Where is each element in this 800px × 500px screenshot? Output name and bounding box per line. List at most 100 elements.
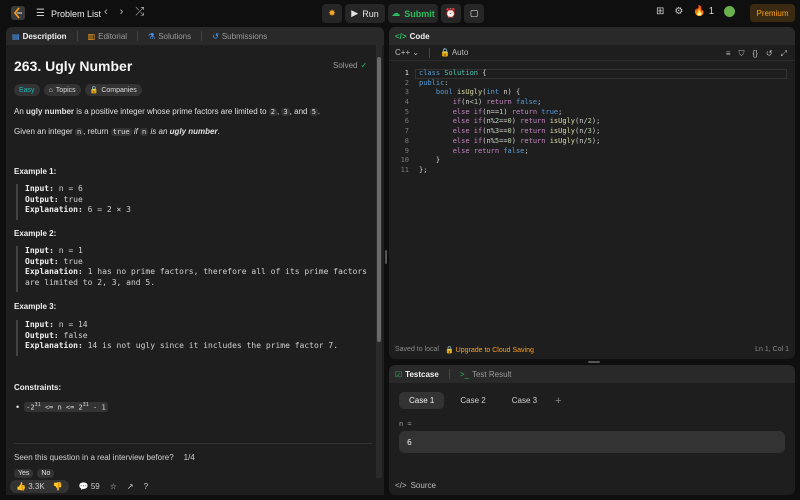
tab-label: Editorial: [98, 31, 128, 41]
horizontal-resize-handle[interactable]: [588, 361, 600, 363]
no-button[interactable]: No: [37, 469, 55, 478]
tab-solutions[interactable]: ⚗ Solutions: [148, 32, 191, 41]
input-param-label: n =: [399, 420, 412, 428]
thumbs-up-icon: 👍: [16, 482, 26, 491]
fullscreen-icon[interactable]: ⤢: [781, 49, 787, 59]
line-number: 1: [404, 69, 409, 77]
shuffle-icon[interactable]: ⤮: [135, 6, 144, 19]
reset-icon[interactable]: ↺: [766, 49, 773, 59]
language-select[interactable]: C++ ⌄: [395, 48, 419, 57]
format-icon[interactable]: ≡: [726, 49, 731, 59]
tab-description[interactable]: ▤ Description: [12, 32, 67, 41]
explanation-continuation: are limited to 2, 3, and 5.: [25, 277, 156, 287]
companies-label: Companies: [101, 86, 137, 94]
code-header: </> Code: [389, 27, 795, 45]
line-number: 9: [404, 146, 409, 155]
comment-count: 59: [90, 482, 100, 491]
lock-icon: 🔒: [440, 48, 451, 57]
help-icon[interactable]: ?: [144, 482, 148, 491]
example-block: Input: n = 6 Output: true Explanation: 6…: [16, 184, 131, 220]
upgrade-label: Upgrade to Cloud Saving: [455, 347, 534, 354]
divider: [14, 443, 372, 444]
scrollbar-thumb[interactable]: [377, 57, 381, 342]
solved-label: Solved: [333, 61, 358, 70]
line-number: 6: [404, 117, 409, 126]
tab-testcase[interactable]: ☑ Testcase: [395, 370, 439, 379]
text: .: [317, 107, 321, 116]
problem-list-link[interactable]: ☰ Problem List: [36, 8, 101, 19]
line-number: 11: [400, 165, 409, 174]
leetcode-logo-icon[interactable]: [11, 6, 25, 20]
tab-test-result[interactable]: >_ Test Result: [460, 370, 512, 379]
example-title: Example 2:: [14, 229, 57, 238]
code-line: 11};: [389, 166, 795, 176]
explanation-value: 1 has no prime factors, therefore all of…: [82, 267, 367, 276]
example-block: Input: n = 1 Output: true Explanation: 1…: [16, 246, 367, 292]
submit-button[interactable]: ☁ Submit: [388, 4, 438, 23]
notes-button[interactable]: ▢: [464, 4, 484, 23]
comments-button[interactable]: 💬 59: [79, 482, 100, 491]
tab-label: Description: [22, 31, 67, 41]
tab-label: Submissions: [221, 31, 268, 41]
share-icon[interactable]: ↗: [127, 482, 134, 491]
text: is an: [148, 127, 170, 136]
interview-question: Seen this question in a real interview b…: [14, 453, 195, 462]
next-problem-icon[interactable]: ›: [120, 6, 124, 19]
avatar[interactable]: [724, 6, 736, 17]
output-label: Output:: [25, 194, 59, 204]
layout-grid-icon[interactable]: ⊞: [656, 6, 664, 17]
debug-button[interactable]: ✸: [322, 4, 342, 23]
difficulty-badge: Easy: [14, 84, 40, 96]
source-label: Source: [410, 481, 436, 490]
text: -2: [26, 403, 35, 412]
history-icon: ↺: [212, 31, 219, 41]
star-icon[interactable]: ☆: [110, 482, 117, 491]
streak-counter[interactable]: 🔥 1: [693, 6, 714, 17]
run-button[interactable]: ▶ Run: [345, 4, 385, 23]
comment-icon: 💬: [78, 482, 89, 491]
case-3-tab[interactable]: Case 3: [502, 392, 547, 409]
language-label: C++: [395, 48, 411, 57]
companies-tag[interactable]: 🔒 Companies: [84, 84, 142, 96]
code-editor[interactable]: 1 class Solution { 2 public: 3 bool isUgly…: [389, 69, 795, 176]
line-number: 5: [404, 107, 409, 116]
braces-icon[interactable]: {}: [753, 49, 758, 59]
tab-code[interactable]: </> Code: [395, 32, 430, 41]
text: .: [217, 127, 220, 136]
bookmark-icon[interactable]: ⛉: [739, 49, 745, 59]
testcase-input[interactable]: 6: [399, 431, 785, 453]
text: - 1: [88, 403, 106, 412]
case-2-tab[interactable]: Case 2: [450, 392, 495, 409]
play-icon: ▶: [351, 8, 359, 18]
submit-label: Submit: [404, 8, 435, 19]
timer-button[interactable]: ⏰: [441, 4, 461, 23]
thumbs-down-icon[interactable]: 👎: [53, 482, 63, 491]
text: is a positive integer whose prime factor…: [74, 107, 269, 116]
interview-question-text: Seen this question in a real interview b…: [14, 453, 174, 462]
premium-button[interactable]: Premium: [750, 4, 795, 22]
add-case-icon[interactable]: +: [555, 395, 561, 407]
case-1-tab[interactable]: Case 1: [399, 392, 445, 409]
code-line: 7 else if(n%3==0) return isUgly(n/3);: [389, 127, 795, 137]
vertical-resize-handle[interactable]: [385, 250, 387, 264]
interview-count: 1/4: [183, 453, 195, 462]
list-icon: ☰: [36, 8, 45, 19]
cloud-upload-icon: ☁: [391, 8, 401, 18]
code-text: else if(n==1) return true;: [452, 107, 563, 116]
description-footer: 👍 3.3K 👎 💬 59 ☆ ↗ ?: [6, 478, 384, 495]
tab-editorial[interactable]: ▥ Editorial: [88, 32, 127, 41]
example-title: Example 1:: [14, 167, 57, 176]
auto-mode[interactable]: 🔒 Auto: [440, 48, 468, 57]
settings-gear-icon[interactable]: ⚙: [674, 6, 683, 17]
topics-tag[interactable]: ⌂ Topics: [43, 84, 81, 96]
like-button[interactable]: 👍 3.3K: [16, 482, 45, 491]
tab-submissions[interactable]: ↺ Submissions: [212, 32, 267, 41]
source-link[interactable]: </> Source: [395, 481, 436, 490]
prev-problem-icon[interactable]: ‹: [104, 6, 108, 19]
yes-button[interactable]: Yes: [14, 469, 34, 478]
upgrade-link[interactable]: 🔒 Upgrade to Cloud Saving: [445, 346, 534, 354]
inline-code: 3: [281, 108, 290, 116]
top-navbar: ☰ Problem List ‹ › ⤮ ✸ ▶ Run ☁ Submit ⏰ …: [0, 0, 800, 27]
solved-badge: Solved ✓: [333, 61, 367, 70]
explanation-label: Explanation:: [25, 267, 83, 276]
